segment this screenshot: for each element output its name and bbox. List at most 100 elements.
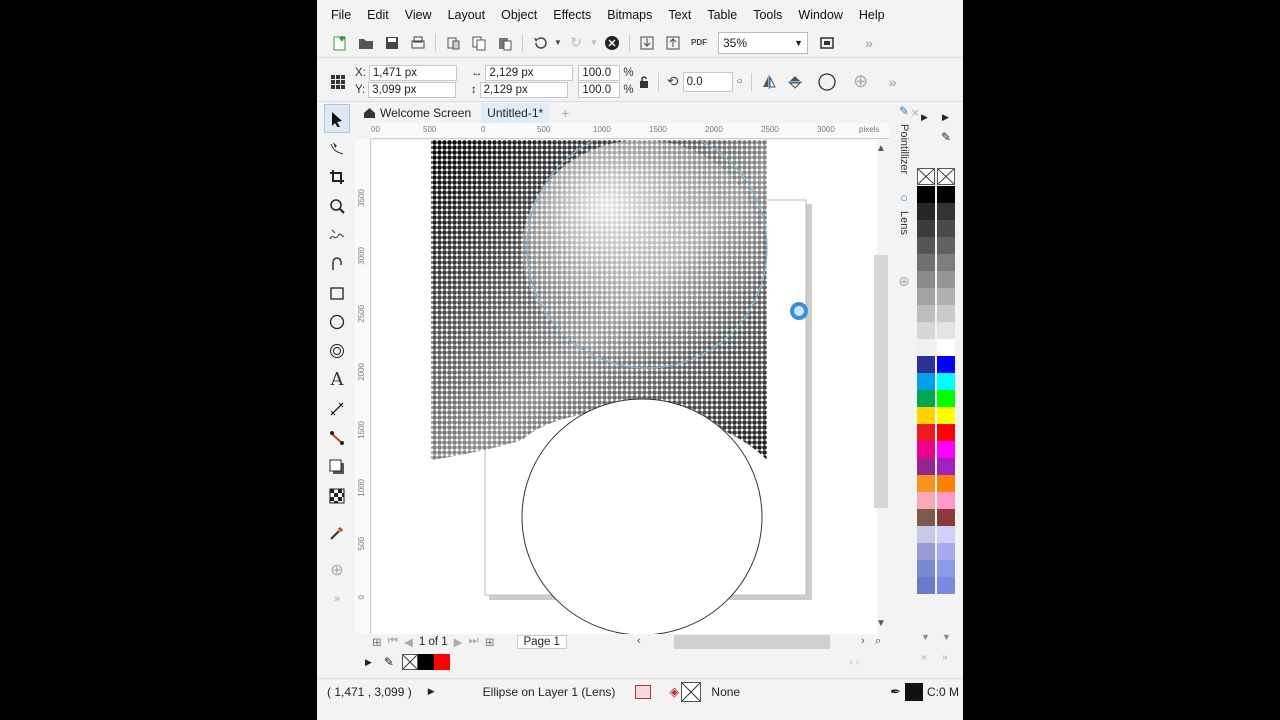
rotation-angle-field[interactable]: 0.0 [682,71,733,92]
add-page-before-icon[interactable]: ⊞ [372,635,382,649]
palette-swatch[interactable] [937,458,955,475]
print-icon[interactable] [405,31,431,55]
ellipse-shape-icon[interactable] [814,70,840,94]
scroll-right-icon[interactable]: › [861,635,865,647]
doc-swatch-none[interactable] [401,654,418,670]
menu-object[interactable]: Object [493,8,545,22]
corel-connect-icon[interactable] [599,31,625,55]
palette-swatch[interactable] [937,254,955,271]
parallel-dimension-tool-icon[interactable] [324,394,350,423]
menu-layout[interactable]: Layout [440,8,494,22]
transparency-tool-icon[interactable] [324,481,350,510]
pick-tool-icon[interactable] [324,104,350,133]
palette-swatch[interactable] [937,441,955,458]
page-tab[interactable]: Page 1 [516,634,567,649]
drop-shadow-tool-icon[interactable] [324,452,350,481]
doc-swatch-black[interactable] [417,654,434,670]
palette-swatch[interactable] [937,560,955,577]
palette-swatch[interactable] [917,509,935,526]
palette-swatch[interactable] [917,322,935,339]
zoom-navigator-icon[interactable]: ⌕ [875,635,881,648]
palette-swatch[interactable] [917,356,935,373]
menu-table[interactable]: Table [699,8,745,22]
horizontal-ruler[interactable]: 00 500 0 500 1000 1500 2000 2500 3000 pixels [371,123,889,139]
zoom-tool-icon[interactable] [324,191,350,220]
palette-swatch[interactable] [937,407,955,424]
doc-swatch-red[interactable] [433,654,450,670]
scale-height-field[interactable]: 100.0 [578,82,621,98]
first-page-icon[interactable]: ⏮ [388,635,398,648]
mirror-horizontal-icon[interactable] [756,70,782,94]
palette-swatch[interactable] [937,203,955,220]
palette-swatch[interactable] [937,339,955,356]
next-page-icon[interactable]: ▶ [454,635,463,649]
palette-swatch[interactable] [917,373,935,390]
lock-ratio-icon[interactable] [634,70,654,94]
palette-swatch[interactable] [937,509,955,526]
undo-icon[interactable] [527,31,553,55]
text-tool-icon[interactable]: A [324,365,350,394]
tab-pointillizer[interactable]: Pointillizer [898,124,910,174]
outline-none-swatch[interactable] [681,681,702,702]
palette-swatch[interactable] [937,322,955,339]
add-page-after-icon[interactable]: ⊞ [485,635,495,649]
menu-file[interactable]: File [323,8,359,22]
palette-swatch[interactable] [937,373,955,390]
height-field[interactable]: 2,129 px [479,82,568,98]
menu-edit[interactable]: Edit [359,8,397,22]
color-proof-icon[interactable] [635,684,652,699]
width-field[interactable]: 2,129 px [485,65,574,81]
palette-overflow-icon[interactable]: » [921,652,927,663]
palette-eyedropper-icon[interactable]: ✎ [941,130,951,144]
no-color-swatch-2[interactable] [937,168,955,185]
rectangle-tool-icon[interactable] [324,278,350,307]
palette-swatch[interactable] [917,390,935,407]
menu-tools[interactable]: Tools [745,8,790,22]
palette-swatch[interactable] [937,288,955,305]
palette-swatch[interactable] [937,424,955,441]
import-icon[interactable] [634,31,660,55]
toolbox-overflow-icon[interactable]: » [324,584,350,613]
palette-swatch[interactable] [937,475,955,492]
x-position-field[interactable]: 1,471 px [368,65,457,81]
polygon-tool-icon[interactable] [324,336,350,365]
palette-swatch[interactable] [917,475,935,492]
menu-effects[interactable]: Effects [545,8,599,22]
palette-swatch[interactable] [937,543,955,560]
palette-swatch[interactable] [937,526,955,543]
save-icon[interactable] [379,31,405,55]
palette-swatch[interactable] [917,254,935,271]
y-position-field[interactable]: 3,099 px [368,82,457,98]
tab-welcome-screen[interactable]: Welcome Screen [357,103,477,123]
mirror-vertical-icon[interactable] [782,70,808,94]
palette-swatch[interactable] [937,220,955,237]
ellipse-tool-icon[interactable] [324,307,350,336]
menu-view[interactable]: View [397,8,440,22]
full-screen-icon[interactable] [814,31,840,55]
document-palette-scroll-icon[interactable]: › › [850,657,859,668]
paste-icon[interactable] [492,31,518,55]
palette-swatch[interactable] [917,237,935,254]
add-docker-icon[interactable]: ⊕ [898,273,910,290]
palette-swatch[interactable] [937,305,955,322]
menu-text[interactable]: Text [660,8,699,22]
palette-swatch[interactable] [917,339,935,356]
palette-swatch[interactable] [917,186,935,203]
horizontal-scrollbar-thumb[interactable] [674,635,830,649]
cut-icon[interactable] [440,31,466,55]
palette-swatch[interactable] [917,271,935,288]
menu-bitmaps[interactable]: Bitmaps [599,8,660,22]
scale-width-field[interactable]: 100.0 [578,65,621,81]
last-page-icon[interactable]: ⏭ [469,635,479,648]
menu-window[interactable]: Window [790,8,850,22]
palette-swatch[interactable] [917,220,935,237]
palette-swatch[interactable] [937,186,955,203]
document-palette-eyedropper-icon[interactable]: ✎ [384,655,394,669]
connector-tool-icon[interactable] [324,423,350,452]
palette-swatch[interactable] [917,492,935,509]
tab-untitled-1[interactable]: Untitled-1* [481,103,550,123]
palette-swatch[interactable] [917,407,935,424]
palette-swatch[interactable] [917,577,935,594]
palette-overflow-icon-2[interactable]: » [942,652,948,663]
palette-swatch[interactable] [937,577,955,594]
